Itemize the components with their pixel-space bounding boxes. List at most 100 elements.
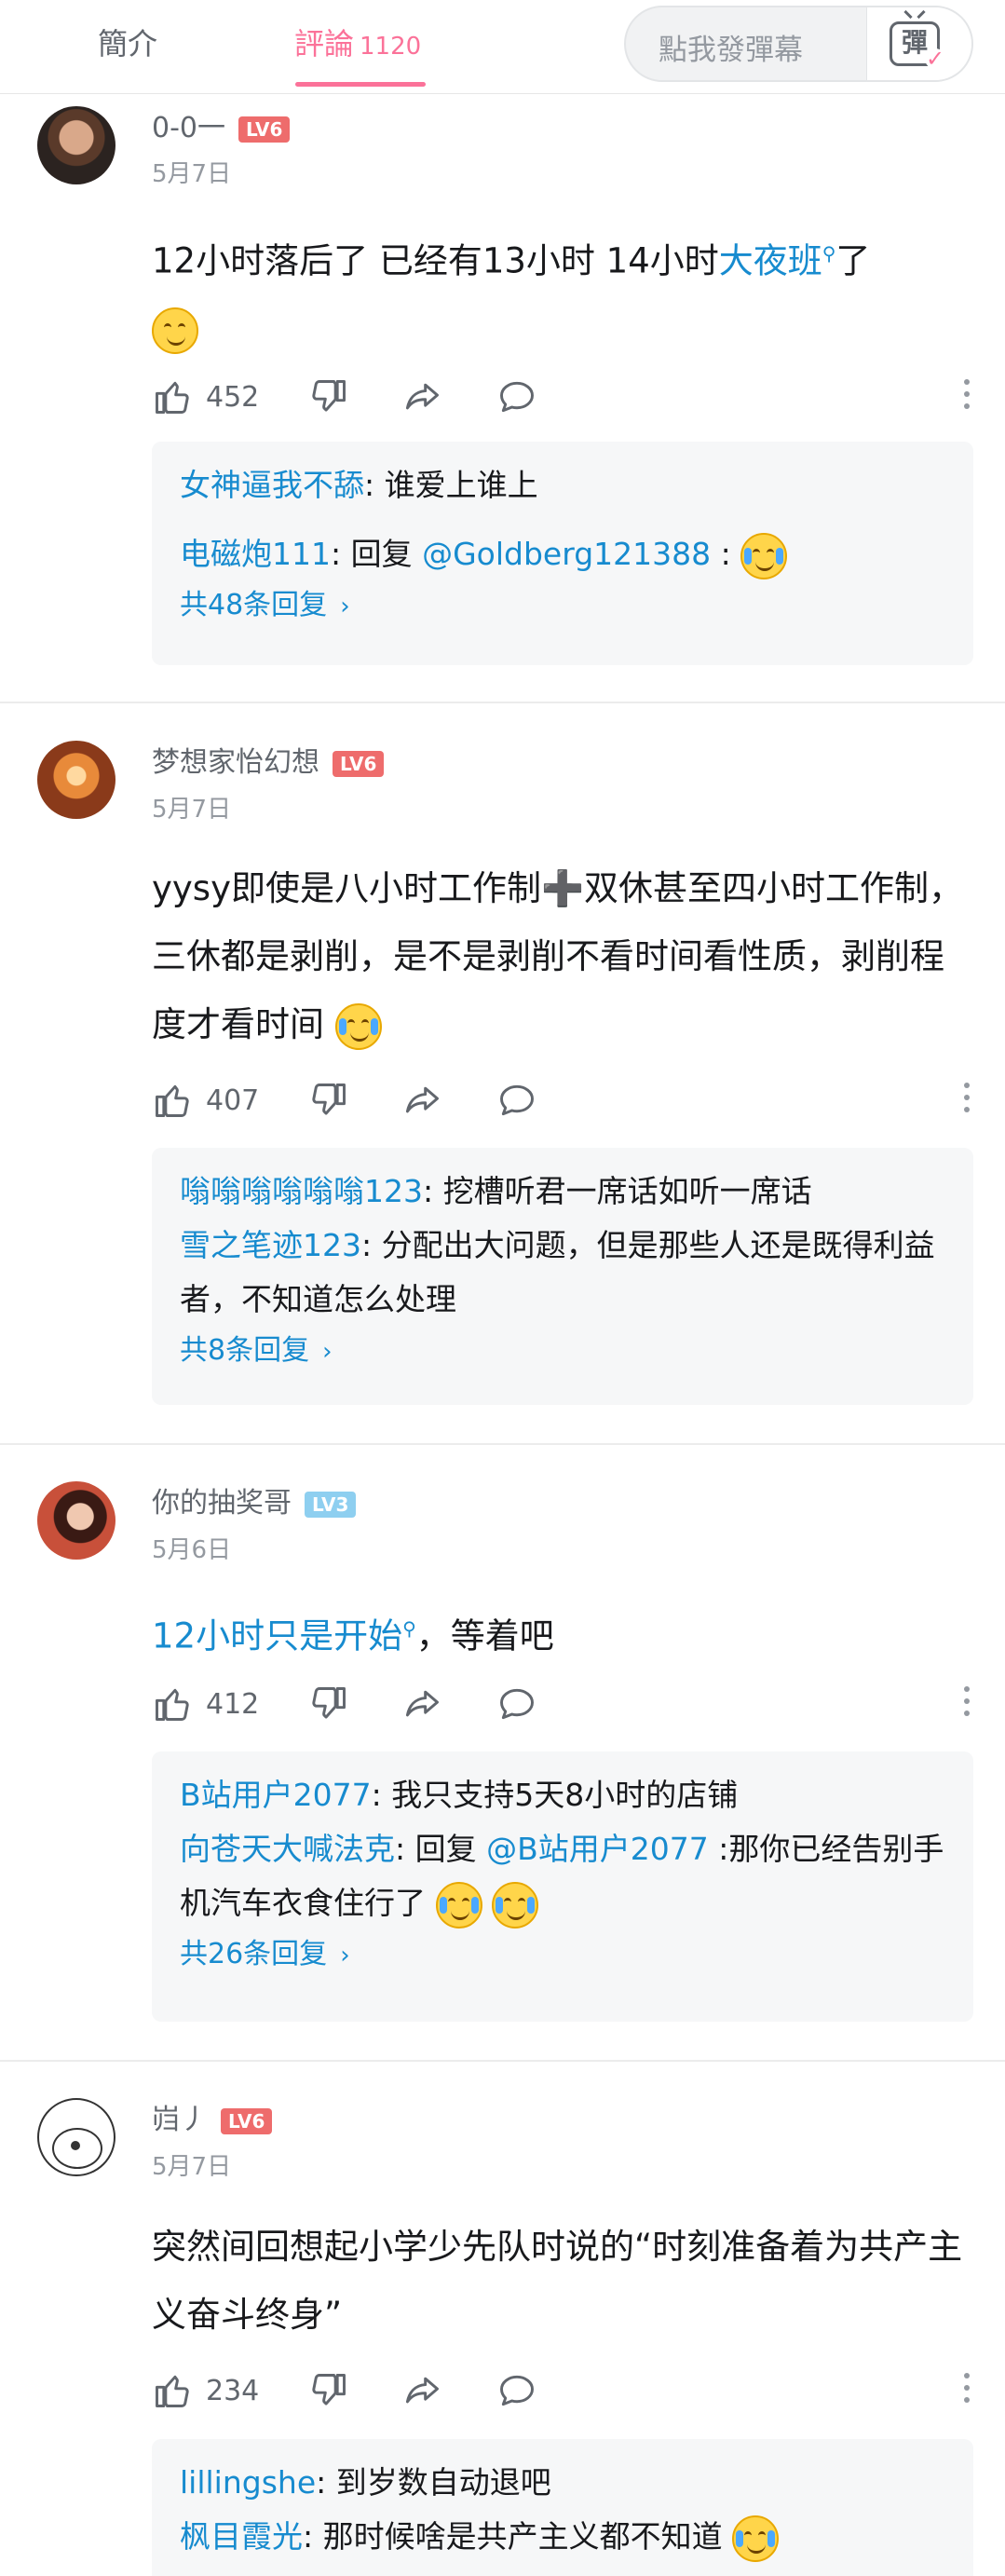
username-text[interactable]: 你的抽奖哥 xyxy=(152,1487,292,1520)
avatar[interactable] xyxy=(37,106,115,184)
comment-username[interactable]: 你的抽奖哥 LV3 xyxy=(152,1479,357,1520)
tab-comments[interactable]: 評論 1120 xyxy=(294,20,421,63)
reply-bubble-icon xyxy=(500,381,534,413)
share-button[interactable] xyxy=(401,374,442,420)
comment-content: 12小时只是开始⚲，等着吧 xyxy=(152,1595,971,1670)
level-badge: LV6 xyxy=(333,750,385,777)
reply-bubble-icon xyxy=(500,1084,534,1116)
comment-text-tail: 了 xyxy=(835,240,871,281)
reply-item: 女神逼我不舔: 谁爱上谁上 xyxy=(180,458,945,512)
share-button[interactable] xyxy=(401,1077,442,1124)
more-vertical-icon[interactable] xyxy=(962,1083,971,1118)
comment-text: 12小时落后了 已经有13小时 14小时 xyxy=(152,240,719,281)
thumbs-up-icon xyxy=(156,2375,189,2407)
chevron-right-icon: › xyxy=(322,1338,333,1366)
username-text[interactable]: 岿丿 xyxy=(152,2104,208,2136)
comment-username[interactable]: 岿丿 LV6 xyxy=(152,2096,273,2137)
reply-username[interactable]: 女神逼我不舔 xyxy=(180,467,364,503)
avatar[interactable] xyxy=(37,1481,115,1560)
danmaku-input-box[interactable]: 點我發彈幕 彈 ✓ xyxy=(624,6,973,82)
avatar[interactable] xyxy=(37,741,115,819)
level-badge: LV6 xyxy=(238,116,291,143)
level-badge: LV6 xyxy=(221,2107,273,2134)
reply-button[interactable] xyxy=(496,374,537,420)
comment-actions: 452 xyxy=(152,374,971,420)
reply-mention[interactable]: @B站用户2077 xyxy=(486,1831,709,1867)
username-text[interactable]: 0-0一 xyxy=(152,112,225,144)
reply-item: 向苍天大喊法克: 回复 @B站用户2077 :那你已经告别手机汽车衣食住行了 xyxy=(180,1822,945,1930)
comment-username[interactable]: 梦想家怡幻想 LV6 xyxy=(152,739,385,780)
reply-username[interactable]: lillingshe xyxy=(180,2464,316,2501)
search-keyword-link[interactable]: 12小时只是开始 xyxy=(152,1615,402,1656)
comment-username[interactable]: 0-0一 LV6 xyxy=(152,104,291,145)
comment-actions: 412 xyxy=(152,1681,971,1727)
share-icon xyxy=(405,1690,439,1717)
comment-divider xyxy=(0,2060,1005,2062)
tab-comments-label: 評論 xyxy=(294,26,355,61)
danmaku-placeholder[interactable]: 點我發彈幕 xyxy=(659,26,803,68)
like-button[interactable]: 452 xyxy=(152,374,259,420)
comment-divider xyxy=(0,702,1005,703)
view-all-replies-link[interactable]: 共8条回复 › xyxy=(180,1327,945,1376)
dislike-button[interactable] xyxy=(308,1077,349,1124)
thumbs-up-icon xyxy=(156,1688,189,1721)
active-tab-indicator xyxy=(295,82,426,87)
like-button[interactable]: 412 xyxy=(152,1681,259,1727)
laugh-cry-emoji-icon xyxy=(740,532,788,579)
more-vertical-icon[interactable] xyxy=(962,1686,971,1722)
danmaku-check-icon: ✓ xyxy=(925,46,945,72)
reply-text: : 到岁数自动退吧 xyxy=(316,2464,551,2501)
like-count: 412 xyxy=(206,1687,260,1721)
view-all-replies-text[interactable]: 共26条回复 xyxy=(180,1938,327,1970)
level-badge: LV3 xyxy=(305,1491,357,1518)
reply-username[interactable]: 向苍天大喊法克 xyxy=(180,1831,395,1867)
reply-text: : 回复 xyxy=(331,536,423,572)
reply-username[interactable]: B站用户2077 xyxy=(180,1777,372,1813)
view-all-replies-text[interactable]: 共48条回复 xyxy=(180,589,327,621)
username-text[interactable]: 梦想家怡幻想 xyxy=(152,746,319,779)
comment-divider xyxy=(0,1443,1005,1445)
view-all-replies-link[interactable]: 共26条回复 › xyxy=(180,1930,945,1980)
comment-content: yysy即使是八小时工作制➕双休甚至四小时工作制，三休都是剥削，是不是剥削不看时… xyxy=(152,854,971,1058)
reply-text: : 挖槽听君一席话如听一席话 xyxy=(423,1173,812,1209)
search-link-icon: ⚲ xyxy=(822,242,836,265)
reply-preview-box[interactable]: B站用户2077: 我只支持5天8小时的店铺 向苍天大喊法克: 回复 @B站用户… xyxy=(152,1751,973,2022)
comment-count: 1120 xyxy=(360,33,422,61)
reply-preview-box[interactable]: 嗡嗡嗡嗡嗡嗡123: 挖槽听君一席话如听一席话 雪之笔迹123: 分配出大问题，… xyxy=(152,1148,973,1405)
reply-username[interactable]: 雪之笔迹123 xyxy=(180,1227,361,1263)
thumbs-down-icon xyxy=(312,380,346,412)
like-button[interactable]: 234 xyxy=(152,2367,259,2414)
reply-username[interactable]: 枫目霞光 xyxy=(180,2518,303,2555)
avatar[interactable] xyxy=(37,2098,115,2176)
share-icon xyxy=(405,1086,439,1113)
dislike-button[interactable] xyxy=(308,1681,349,1727)
dislike-button[interactable] xyxy=(308,2367,349,2414)
tab-intro[interactable]: 簡介 xyxy=(98,20,157,63)
like-button[interactable]: 407 xyxy=(152,1077,259,1124)
dislike-button[interactable] xyxy=(308,374,349,420)
comment-actions: 407 xyxy=(152,1077,971,1124)
smirk-emoji-icon xyxy=(152,307,198,354)
reply-preview-box[interactable]: 女神逼我不舔: 谁爱上谁上 电磁炮111: 回复 @Goldberg121388… xyxy=(152,442,973,665)
reply-username[interactable]: 嗡嗡嗡嗡嗡嗡123 xyxy=(180,1173,423,1209)
view-all-replies-text[interactable]: 共8条回复 xyxy=(180,1334,309,1367)
reply-button[interactable] xyxy=(496,2367,537,2414)
comment-text: 突然间回想起小学少先队时说的“时刻准备着为共产主义奋斗终身” xyxy=(152,2227,963,2335)
comment-date: 5月7日 xyxy=(152,796,232,824)
share-button[interactable] xyxy=(401,1681,442,1727)
view-all-replies-link[interactable]: 共48条回复 › xyxy=(180,581,945,631)
reply-item: 电磁炮111: 回复 @Goldberg121388 : xyxy=(180,527,945,581)
reply-mention[interactable]: @Goldberg121388 xyxy=(422,536,711,572)
danmaku-icon-char: 彈 xyxy=(901,27,928,58)
more-vertical-icon[interactable] xyxy=(962,2373,971,2408)
more-vertical-icon[interactable] xyxy=(962,379,971,415)
reply-preview-box[interactable]: lillingshe: 到岁数自动退吧 枫目霞光: 那时候啥是共产主义都不知道 xyxy=(152,2439,973,2576)
share-button[interactable] xyxy=(401,2367,442,2414)
reply-button[interactable] xyxy=(496,1077,537,1124)
comment-actions: 234 xyxy=(152,2367,971,2414)
search-keyword-link[interactable]: 大夜班 xyxy=(719,240,822,280)
thumbs-down-icon xyxy=(312,1084,346,1115)
reply-username[interactable]: 电磁炮111 xyxy=(180,536,331,572)
danmaku-toggle-button[interactable]: 彈 ✓ xyxy=(866,7,971,80)
reply-button[interactable] xyxy=(496,1681,537,1727)
